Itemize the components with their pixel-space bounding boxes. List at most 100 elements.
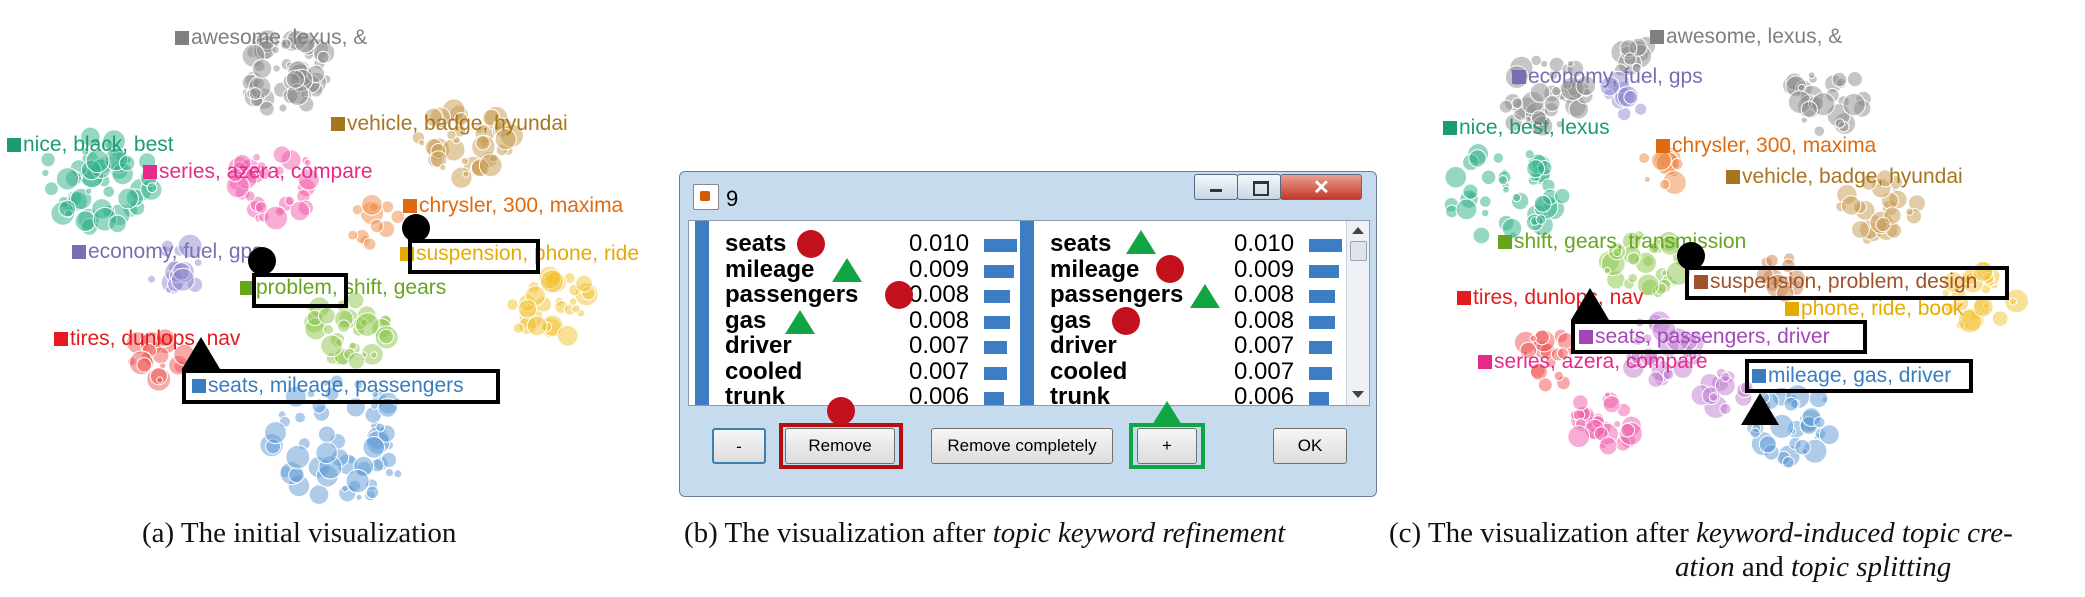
circle-marker [797,230,825,258]
document-bubble [478,153,503,178]
triangle-marker [1126,230,1156,254]
keyword-item[interactable]: driver [1050,333,1117,359]
document-bubble [1831,71,1848,88]
document-bubble [1511,97,1524,110]
topic-label[interactable]: chrysler, 300, maxima [403,194,623,218]
topic-label[interactable]: vehicle, badge, hyundai [331,112,568,136]
vertical-scrollbar[interactable] [1346,221,1369,405]
circle-marker [885,281,913,309]
scroll-down-arrow-icon[interactable] [1352,391,1364,398]
topic-label-text: awesome, lexus, & [191,26,368,49]
topic-label[interactable]: awesome, lexus, & [1650,25,1842,49]
document-bubble [308,484,330,506]
topic-label[interactable]: nice, best, lexus [1443,116,1610,140]
topic-label[interactable]: series, azera, compare [143,160,373,184]
topic-color-square [1498,235,1512,249]
document-bubble [284,195,295,207]
keyword-item[interactable]: cooled [725,358,802,385]
highlight-box-mileage [1745,359,1973,393]
circle-marker [1677,242,1705,270]
topic-color-square [331,117,345,131]
topic-color-square [7,138,21,152]
keyword-weight: 0.008 [1234,281,1295,308]
document-bubble [1807,71,1816,79]
document-bubble [556,324,579,347]
keyword-item[interactable]: gas [725,307,766,334]
circle-marker [1156,255,1184,283]
keyword-item[interactable]: gas [1050,307,1091,334]
ok-button[interactable]: OK [1273,428,1347,464]
remove-highlight-box [779,423,903,469]
document-bubble [1758,435,1777,454]
topic-color-square [54,332,68,346]
highlight-box-suspension [408,239,540,274]
document-bubble [462,170,470,178]
document-bubble [317,306,336,325]
minus-button[interactable]: - [712,428,766,464]
document-bubble [517,299,538,319]
topic-label[interactable]: chrysler, 300, maxima [1656,134,1876,158]
keyword-item[interactable]: passengers [1050,282,1183,308]
keyword-item[interactable]: mileage [725,256,814,283]
topic-label[interactable]: shift, gears, transmission [1498,230,1746,254]
document-bubble [1535,214,1547,225]
document-bubble [337,319,351,333]
keyword-item[interactable]: cooled [1050,358,1127,385]
document-bubble [74,210,97,232]
document-bubble [378,328,395,345]
topic-label[interactable]: economy, fuel, gps [1512,65,1703,89]
scrollbar-thumb[interactable] [1350,241,1367,261]
highlight-box-suspension [1685,266,2009,300]
document-bubble [375,422,386,433]
remove-completely-button[interactable]: Remove completely [931,428,1113,464]
topic-label[interactable]: phone, ride, book [1785,297,1963,321]
keyword-item[interactable]: passengers [725,282,858,308]
document-bubble [1794,438,1811,456]
topic-label[interactable]: vehicle, badge, hyundai [1726,165,1963,189]
document-bubble [1455,198,1478,221]
java-app-icon [693,184,719,210]
maximize-button[interactable] [1237,174,1281,200]
document-bubble [117,187,139,210]
keyword-weight-bar [1309,264,1339,278]
keyword-weight: 0.008 [909,281,970,308]
keyword-item[interactable]: trunk [1050,384,1110,406]
caption-c-mid: and [1734,551,1791,583]
document-bubble [58,199,77,218]
document-bubble [361,193,383,216]
document-bubble [1554,187,1571,205]
document-bubble [320,334,344,358]
keyword-weight: 0.007 [909,332,970,359]
panel-after-splitting: awesome, lexus, & economy, fuel, gps nic… [1395,0,2085,597]
document-bubble [1498,99,1514,114]
minimize-button[interactable] [1194,174,1238,200]
document-bubble [102,185,116,198]
document-bubble [1671,157,1684,171]
triangle-marker [832,258,862,282]
keyword-item[interactable]: seats [725,231,786,257]
document-bubble [1851,220,1870,239]
keyword-weight-bar [984,315,1010,329]
document-bubble [1819,424,1840,446]
scroll-up-arrow-icon[interactable] [1352,227,1364,234]
keyword-item[interactable]: driver [725,333,792,359]
caption-c-line1: (c) The visualization after keyword-indu… [1389,516,2079,550]
topic-label-text: chrysler, 300, maxima [1672,134,1877,157]
topic-label[interactable]: nice, black, best [7,133,174,157]
close-button[interactable]: ✕ [1280,174,1362,200]
keyword-item[interactable]: mileage [1050,256,1139,283]
document-bubble [506,298,519,312]
keyword-item[interactable]: seats [1050,231,1111,257]
document-bubble [370,351,378,359]
keyword-weight: 0.006 [909,383,970,406]
keyword-weight-bar [1309,392,1329,405]
keyword-item[interactable]: trunk [725,384,785,406]
keyword-weight: 0.010 [909,230,970,257]
document-bubble [1468,149,1487,168]
topic-label[interactable]: awesome, lexus, & [175,26,367,50]
document-bubble [351,204,364,216]
topic-label[interactable]: tires, dunlops, nav [1457,286,1643,310]
document-bubble [384,468,395,478]
topic-label[interactable]: economy, fuel, gps [72,240,263,264]
document-bubble [1720,372,1731,383]
